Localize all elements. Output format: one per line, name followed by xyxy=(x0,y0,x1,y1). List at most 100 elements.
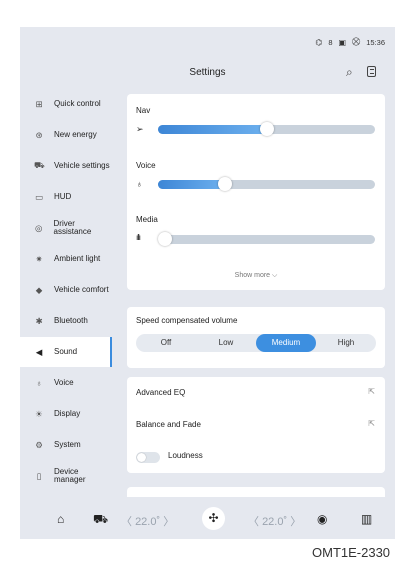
right-temperature: 22.0˚ xyxy=(262,516,288,528)
sidebar-item-voice[interactable]: ♁ Voice xyxy=(20,368,112,398)
slider-fill xyxy=(158,180,226,189)
sidebar-item-label: Driver assistance xyxy=(53,218,92,236)
volume-card: Nav ➢ Voice ♁ Media ıllı Show more ⌵ xyxy=(127,94,385,290)
option-high[interactable]: High xyxy=(316,334,376,352)
leaf-icon: ◆ xyxy=(35,284,43,295)
balance-fade-row[interactable]: Balance and Fade ⇱ xyxy=(127,409,385,439)
bottom-bar: ⌂ ⛟ 〈 22.0˚ 〉 ✣ 〈 22.0˚ 〉 ◉ ▥ xyxy=(20,502,395,539)
loudness-label: Loudness xyxy=(168,451,203,460)
sidebar-item-label: Vehicle settings xyxy=(54,160,110,170)
sidebar-item-label: HUD xyxy=(54,191,72,201)
slider-thumb[interactable] xyxy=(218,177,233,191)
right-temp-control[interactable]: 〈 22.0˚ 〉 xyxy=(248,513,301,529)
mute-icon: ⛒ xyxy=(352,37,361,46)
fan-icon[interactable]: ✣ xyxy=(202,507,225,530)
brightness-icon: ☀ xyxy=(35,408,43,419)
status-bar: ⌬ 8 ▣ ⛒ 15:36 xyxy=(315,37,385,47)
left-temp-control[interactable]: 〈 22.0˚ 〉 xyxy=(121,513,174,529)
sidebar-item-sound[interactable]: ◀ Sound xyxy=(20,337,112,367)
sidebar-item-display[interactable]: ☀ Display xyxy=(20,399,112,429)
steering-wheel-icon: ◎ xyxy=(35,222,43,233)
speed-volume-selector: Off Low Medium High xyxy=(136,334,376,352)
open-external-icon: ⇱ xyxy=(368,387,375,396)
sidebar-item-label: Sound xyxy=(54,346,78,356)
gear-icon: ⚙ xyxy=(35,439,43,450)
apps-icon[interactable]: ▥ xyxy=(361,512,372,526)
sidebar-item-quick-control[interactable]: ⊞ Quick control xyxy=(20,89,112,119)
title-bar: Settings ⌕ xyxy=(20,65,395,85)
advanced-eq-row[interactable]: Advanced EQ ⇱ xyxy=(127,377,385,407)
sidebar-item-label: Ambient light xyxy=(54,253,101,263)
settings-screen: ⌬ 8 ▣ ⛒ 15:36 Settings ⌕ ⊞ Quick control… xyxy=(20,27,395,539)
option-medium[interactable]: Medium xyxy=(256,334,316,352)
car-icon: ⛟ xyxy=(34,160,45,170)
microphone-icon: ♁ xyxy=(136,179,143,189)
sidebar-item-ambient-light[interactable]: ✷ Ambient light xyxy=(20,244,112,274)
page-title: Settings xyxy=(189,67,226,78)
sidebar-item-new-energy[interactable]: ⊛ New energy xyxy=(20,120,112,150)
car-icon[interactable]: ⛟ xyxy=(93,512,108,528)
new-energy-icon: ⊛ xyxy=(35,129,43,140)
home-icon[interactable]: ⌂ xyxy=(57,512,64,526)
sidebar-item-label: Bluetooth xyxy=(54,315,88,325)
signal-strength: 8 xyxy=(328,37,333,47)
media-waveform-icon: ıllı xyxy=(136,233,141,242)
show-more-button[interactable]: Show more ⌵ xyxy=(127,272,385,280)
navigation-arrow-icon: ➢ xyxy=(136,124,144,134)
slider-fill xyxy=(158,125,267,134)
chevron-down-icon: ⌵ xyxy=(272,272,278,279)
quick-control-icon: ⊞ xyxy=(35,98,43,109)
decrease-icon[interactable]: 〈 xyxy=(121,516,135,528)
search-icon[interactable]: ⌕ xyxy=(346,65,353,80)
eq-card: Advanced EQ ⇱ Balance and Fade ⇱ Loudnes… xyxy=(127,377,385,473)
sidebar-item-system[interactable]: ⚙ System xyxy=(20,430,112,460)
loudness-row: Loudness xyxy=(127,440,385,470)
option-low[interactable]: Low xyxy=(196,334,256,352)
slider-thumb[interactable] xyxy=(259,122,274,136)
nav-volume-label: Nav xyxy=(136,106,151,115)
slider-thumb[interactable] xyxy=(158,232,172,246)
sidebar-item-label: Quick control xyxy=(54,98,101,108)
sidebar-item-label: Display xyxy=(54,408,81,418)
show-more-label: Show more xyxy=(234,272,271,279)
sidebar-item-label: Device manager xyxy=(53,466,86,484)
next-card-peek xyxy=(127,487,385,497)
left-temperature: 22.0˚ xyxy=(135,516,161,528)
toggle-knob xyxy=(137,453,146,462)
clock: 15:36 xyxy=(366,37,385,47)
voice-volume-slider[interactable] xyxy=(158,177,375,191)
loudness-toggle[interactable] xyxy=(136,452,160,463)
sidebar-item-device-manager[interactable]: ▯ Device manager xyxy=(20,461,112,491)
manual-icon[interactable] xyxy=(367,66,376,77)
sidebar-item-label: New energy xyxy=(54,129,97,139)
media-volume-label: Media xyxy=(136,215,158,224)
hud-icon: ▭ xyxy=(34,191,44,202)
bluetooth-icon: ✱ xyxy=(35,315,43,326)
advanced-eq-label: Advanced EQ xyxy=(136,388,186,397)
open-external-icon: ⇱ xyxy=(368,419,375,428)
sidebar-item-vehicle-comfort[interactable]: ◆ Vehicle comfort xyxy=(20,275,112,305)
media-volume-slider[interactable] xyxy=(158,232,375,246)
speed-volume-card: Speed compensated volume Off Low Medium … xyxy=(127,307,385,368)
decrease-icon[interactable]: 〈 xyxy=(248,516,262,528)
voice-volume-label: Voice xyxy=(136,161,156,170)
figure-caption: OMT1E-2330 xyxy=(312,545,391,560)
sidebar-item-hud[interactable]: ▭ HUD xyxy=(20,182,112,212)
increase-icon[interactable]: 〉 xyxy=(287,516,301,528)
ambient-light-icon: ✷ xyxy=(35,253,43,264)
balance-fade-label: Balance and Fade xyxy=(136,420,201,429)
signal-icon: ⌬ xyxy=(315,37,323,47)
sidebar-item-label: Vehicle comfort xyxy=(54,284,109,294)
sidebar-item-label: Voice xyxy=(54,377,74,387)
storage-icon: ▣ xyxy=(338,37,347,47)
sidebar-item-driver-assistance[interactable]: ◎ Driver assistance xyxy=(20,213,112,243)
sidebar-item-vehicle-settings[interactable]: ⛟ Vehicle settings xyxy=(20,151,112,181)
device-icon: ▯ xyxy=(36,470,42,481)
microphone-icon: ♁ xyxy=(35,378,43,388)
seat-heat-icon[interactable]: ◉ xyxy=(317,512,327,526)
nav-volume-slider[interactable] xyxy=(158,122,375,136)
speaker-icon: ◀ xyxy=(35,346,43,357)
increase-icon[interactable]: 〉 xyxy=(160,516,174,528)
option-off[interactable]: Off xyxy=(136,334,196,352)
sidebar-item-bluetooth[interactable]: ✱ Bluetooth xyxy=(20,306,112,336)
